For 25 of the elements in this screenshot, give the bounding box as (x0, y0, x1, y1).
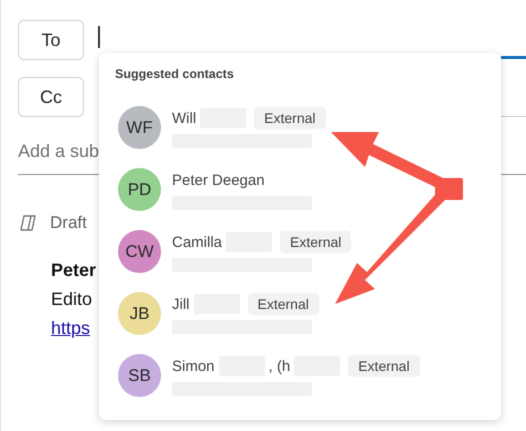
copilot-icon (18, 213, 38, 233)
external-badge: External (280, 231, 352, 253)
draft-label: Draft (50, 213, 87, 233)
signature-link[interactable]: https (51, 318, 90, 339)
focus-underline (501, 56, 526, 59)
contact-avatar[interactable]: SB (118, 354, 161, 397)
signature-name: Peter (51, 260, 96, 281)
contact-name[interactable]: Simon (172, 358, 215, 374)
signature-title: Edito (51, 289, 92, 310)
contact-avatar[interactable]: JB (118, 292, 161, 335)
cc-button[interactable]: Cc (18, 77, 84, 117)
contact-name[interactable]: Camilla (172, 234, 222, 250)
external-badge: External (348, 355, 420, 377)
contact-name[interactable]: Jill (172, 296, 190, 312)
contact-avatar[interactable]: PD (118, 168, 161, 211)
suggestions-heading: Suggested contacts (115, 67, 235, 81)
contact-avatar[interactable]: CW (118, 230, 161, 273)
contact-avatar[interactable]: WF (118, 106, 161, 149)
contact-name[interactable]: Will (172, 110, 196, 126)
contact-name[interactable]: Peter Deegan (172, 172, 265, 188)
text-cursor (98, 26, 100, 48)
contact-name[interactable]: , (h (268, 358, 290, 374)
external-badge: External (254, 107, 326, 129)
external-badge: External (248, 293, 319, 315)
to-button[interactable]: To (18, 20, 84, 60)
